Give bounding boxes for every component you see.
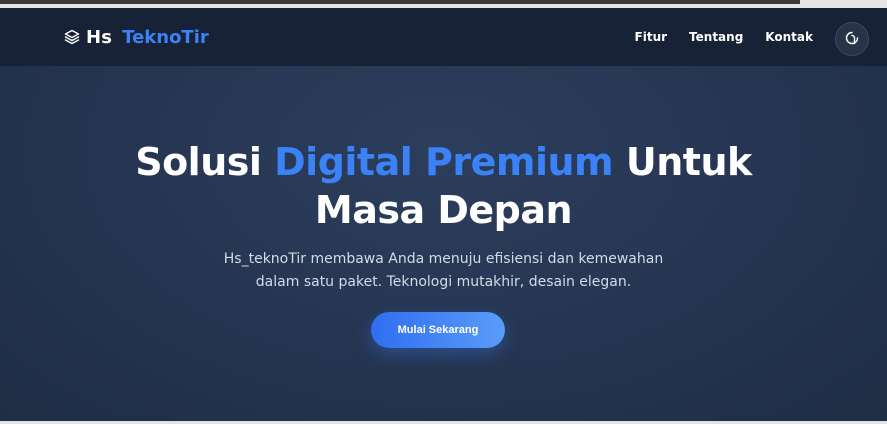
hero-section: Solusi Digital Premium Untuk Masa Depan …: [0, 66, 887, 421]
navbar: Hs TeknoTir Fitur Tentang Kontak: [0, 8, 887, 66]
hero-title-part2: Untuk: [625, 140, 752, 184]
browser-top-strip: [0, 0, 887, 8]
hero-subtitle: Hs_teknoTir membawa Anda menuju efisiens…: [0, 248, 887, 294]
nav-link-kontak[interactable]: Kontak: [765, 30, 813, 44]
hero-subtitle-line2: dalam satu paket. Teknologi mutakhir, de…: [255, 274, 632, 290]
hero-title-part1: Solusi: [135, 140, 262, 184]
brand-name: TeknoTir: [122, 26, 209, 48]
nav-links: Fitur Tentang Kontak: [635, 30, 813, 44]
hero-subtitle-line1: Hs_teknoTir membawa Anda menuju efisiens…: [223, 251, 664, 267]
brand-logo[interactable]: Hs TeknoTir: [64, 26, 209, 48]
hero-title: Solusi Digital Premium Untuk Masa Depan: [0, 138, 887, 234]
app-viewport: Hs TeknoTir Fitur Tentang Kontak Solusi …: [0, 8, 887, 421]
browser-top-bar: [0, 0, 800, 4]
moon-icon: [845, 31, 859, 48]
hero-title-line2: Masa Depan: [314, 188, 573, 232]
layers-icon: [64, 29, 80, 45]
hero-title-accent: Digital Premium: [274, 140, 614, 184]
cta-button[interactable]: Mulai Sekarang: [371, 312, 505, 348]
nav-link-tentang[interactable]: Tentang: [689, 30, 743, 44]
theme-toggle-button[interactable]: [835, 22, 869, 56]
nav-link-fitur[interactable]: Fitur: [635, 30, 668, 44]
brand-prefix: Hs: [86, 26, 113, 48]
